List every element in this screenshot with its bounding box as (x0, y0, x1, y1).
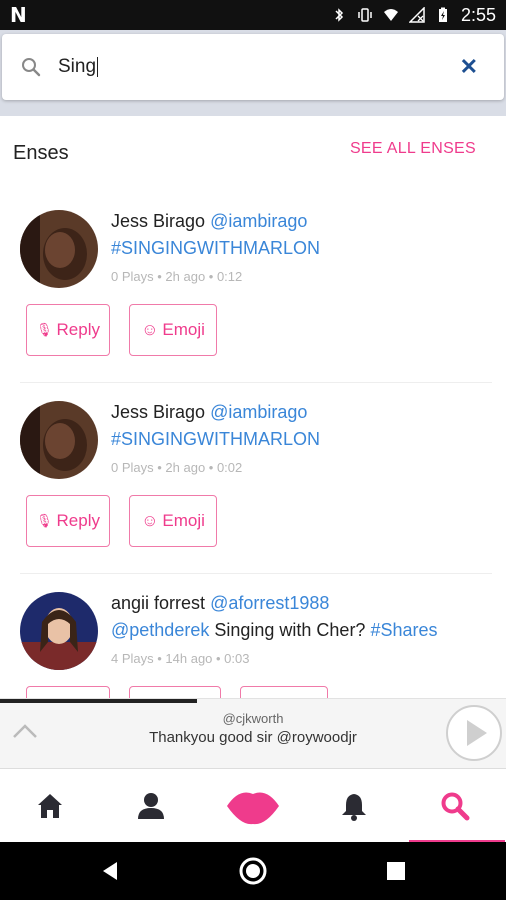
bluetooth-icon (335, 8, 344, 22)
author-handle[interactable]: @iambirago (210, 402, 307, 422)
divider (20, 382, 492, 383)
more-button[interactable] (240, 686, 328, 698)
recents-button[interactable] (366, 842, 426, 900)
status-time: 2:55 (460, 4, 496, 25)
tab-bar (0, 768, 506, 843)
author-handle[interactable]: @iambirago (210, 211, 307, 231)
search-area: Sing ✕ (0, 30, 506, 116)
list-item: Jess Birago @iambirago #SINGINGWITHMARLO… (0, 391, 506, 574)
profile-icon (138, 793, 164, 819)
avatar[interactable] (20, 210, 98, 288)
tab-profile[interactable] (101, 769, 201, 843)
smiley-icon: ☺ (141, 511, 159, 530)
post-body: Singing with Cher? (214, 620, 366, 640)
hashtag-link[interactable]: #SINGINGWITHMARLON (111, 238, 320, 258)
mic-icon: 🎙 (36, 513, 53, 528)
post-meta: 4 Plays • 14h ago • 0:03 (111, 651, 250, 666)
list-item: Jess Birago @iambirago #SINGINGWITHMARLO… (0, 200, 506, 383)
reply-button[interactable]: 🎙 Reply (26, 304, 110, 356)
vibrate-icon (358, 8, 372, 22)
see-all-enses-link[interactable]: SEE ALL ENSES (350, 140, 476, 158)
emoji-button[interactable]: ☺ Emoji (129, 495, 217, 547)
notification-n-icon: N (10, 3, 27, 27)
home-icon (38, 794, 62, 818)
post-meta: 0 Plays • 2h ago • 0:02 (111, 460, 243, 475)
back-icon (103, 862, 117, 880)
list-item: angii forrest @aforrest1988 @pethderek S… (0, 582, 506, 698)
search-icon (22, 58, 41, 77)
mic-icon: 🎙 (36, 322, 53, 337)
hashtag-link[interactable]: #Shares (370, 620, 437, 640)
back-button[interactable] (80, 842, 140, 900)
system-nav-bar (0, 842, 506, 900)
post-meta: 0 Plays • 2h ago • 0:12 (111, 269, 243, 284)
reply-button[interactable] (26, 686, 110, 698)
emoji-button[interactable] (129, 686, 221, 698)
home-circle-icon (239, 857, 267, 885)
tab-search[interactable] (405, 769, 505, 843)
avatar[interactable] (20, 592, 98, 670)
post-text: Jess Birago @iambirago #SINGINGWITHMARLO… (111, 208, 491, 262)
lips-icon (227, 792, 279, 825)
search-input[interactable]: Sing ✕ (2, 34, 504, 100)
tab-notifications[interactable] (304, 769, 404, 843)
play-button[interactable] (446, 705, 502, 761)
tab-record[interactable] (203, 769, 303, 843)
no-signal-icon (408, 7, 425, 23)
tab-home[interactable] (0, 769, 100, 843)
author-handle[interactable]: @aforrest1988 (210, 593, 329, 613)
divider (20, 573, 492, 574)
author-name[interactable]: Jess Birago (111, 402, 205, 422)
avatar[interactable] (20, 401, 98, 479)
status-bar: N 2:55 (0, 0, 506, 30)
reply-button[interactable]: 🎙 Reply (26, 495, 110, 547)
smiley-icon: ☺ (141, 320, 159, 339)
recents-icon (387, 862, 405, 880)
clear-search-icon[interactable]: ✕ (460, 54, 478, 80)
author-name[interactable]: angii forrest (111, 593, 205, 613)
search-value[interactable]: Sing (58, 56, 99, 78)
playback-progress (0, 699, 198, 703)
enses-header: Enses SEE ALL ENSES (0, 136, 506, 170)
author-name[interactable]: Jess Birago (111, 211, 205, 231)
play-icon (467, 720, 487, 746)
section-title: Enses (13, 142, 69, 164)
post-text: angii forrest @aforrest1988 @pethderek S… (111, 590, 491, 644)
search-icon (441, 792, 470, 821)
mini-player[interactable]: @cjkworth Thankyou good sir @roywoodjr (0, 698, 506, 769)
home-button[interactable] (223, 842, 283, 900)
wifi-icon (383, 9, 398, 21)
post-text: Jess Birago @iambirago #SINGINGWITHMARLO… (111, 399, 491, 453)
emoji-button[interactable]: ☺ Emoji (129, 304, 217, 356)
battery-icon (438, 7, 447, 22)
hashtag-link[interactable]: #SINGINGWITHMARLON (111, 429, 320, 449)
player-message: Thankyou good sir @roywoodjr (149, 729, 357, 746)
bell-icon (342, 794, 366, 821)
mention-link[interactable]: @pethderek (111, 620, 209, 640)
player-user: @cjkworth (222, 711, 284, 726)
